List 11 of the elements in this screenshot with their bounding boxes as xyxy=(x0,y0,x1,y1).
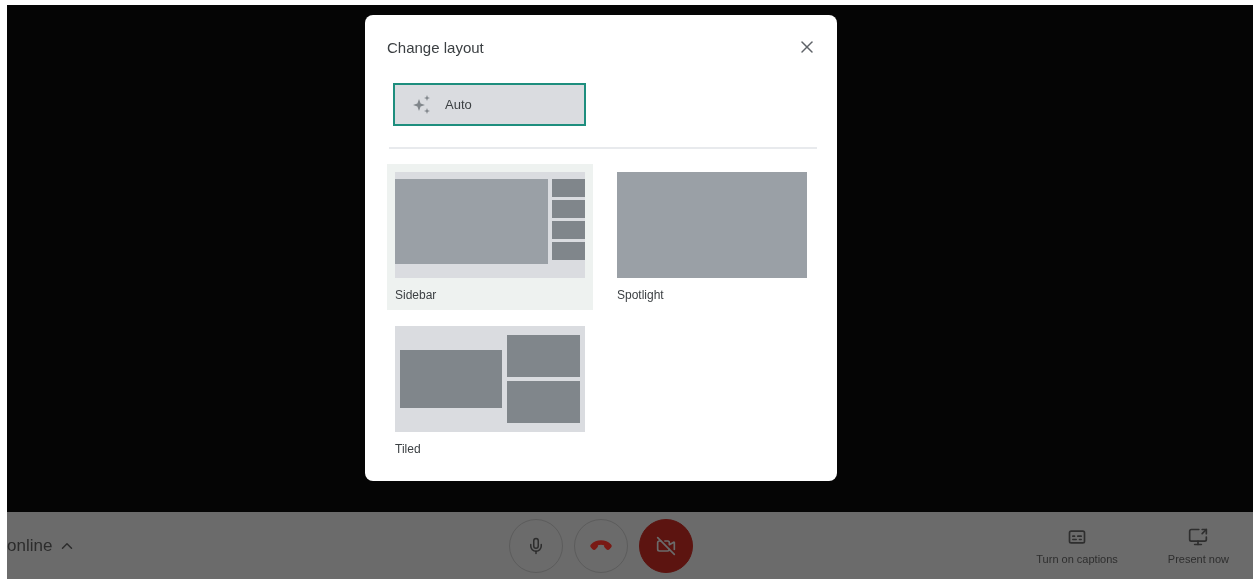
layout-label: Tiled xyxy=(395,442,422,456)
dialog-title: Change layout xyxy=(387,38,484,56)
layout-option[interactable]: Sidebar xyxy=(387,164,593,310)
layout-label: Sidebar xyxy=(395,288,438,302)
meeting-info: online xyxy=(7,535,53,556)
microphone-icon xyxy=(527,536,545,555)
auto-layout-option[interactable]: Auto xyxy=(393,83,586,126)
camera-button[interactable] xyxy=(639,518,693,573)
present-screen-icon xyxy=(1188,526,1209,547)
layout-label: Spotlight xyxy=(617,288,665,302)
camera-off-icon xyxy=(656,535,676,556)
